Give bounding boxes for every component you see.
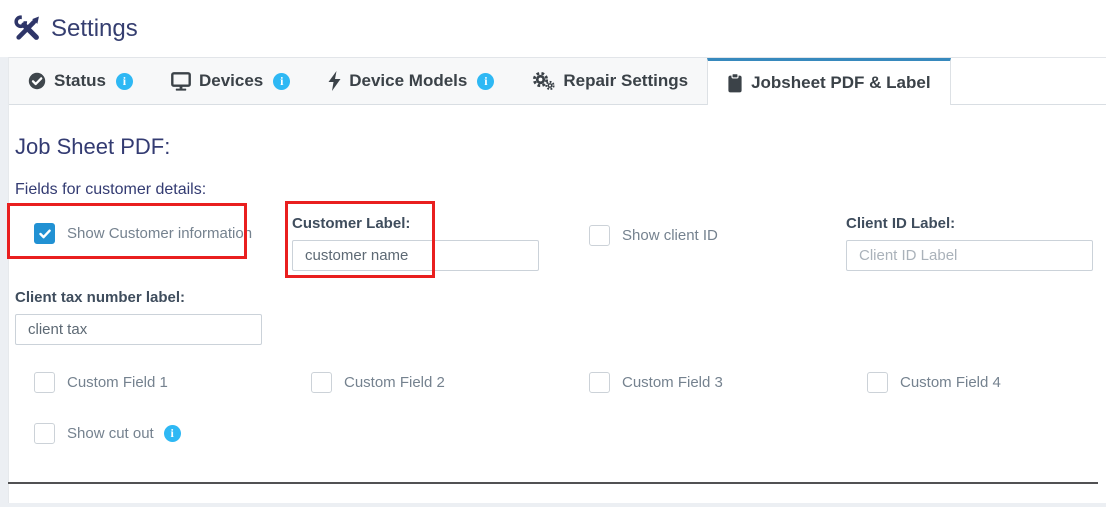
client-tax-field-label: Client tax number label: (15, 289, 1106, 306)
section-divider (8, 482, 1098, 484)
checkbox-label: Show Customer information (67, 225, 252, 242)
show-client-id-checkbox[interactable]: Show client ID (589, 225, 718, 246)
checkbox-label: Custom Field 1 (67, 374, 168, 391)
client-id-field-label: Client ID Label: (846, 215, 1106, 232)
page-title: Settings (51, 15, 138, 43)
checkbox-unchecked-icon[interactable] (867, 372, 888, 393)
custom-fields-row: Custom Field 1 Custom Field 2 Custom Fie… (15, 372, 1106, 398)
customer-details-row: Show Customer information Customer Label… (15, 205, 1106, 271)
settings-tools-icon (14, 15, 41, 42)
check-circle-icon (28, 72, 46, 90)
info-icon[interactable] (164, 425, 181, 442)
checkbox-checked-icon[interactable] (34, 223, 55, 244)
checkbox-unchecked-icon[interactable] (34, 423, 55, 444)
tab-status[interactable]: Status (9, 58, 152, 104)
custom-field-3-checkbox[interactable]: Custom Field 3 (589, 372, 723, 393)
checkbox-label: Show cut out (67, 425, 154, 442)
tab-label: Jobsheet PDF & Label (751, 73, 930, 93)
client-tax-input[interactable] (15, 314, 262, 345)
page-header: Settings (0, 0, 1106, 57)
checkbox-label: Custom Field 2 (344, 374, 445, 391)
info-icon[interactable] (477, 73, 494, 90)
checkbox-label: Custom Field 4 (900, 374, 1001, 391)
tab-label: Device Models (349, 71, 467, 91)
tab-device-models[interactable]: Device Models (309, 58, 513, 104)
tab-label: Status (54, 71, 106, 91)
section-title: Job Sheet PDF: (15, 134, 1106, 160)
tab-label: Devices (199, 71, 263, 91)
info-icon[interactable] (273, 73, 290, 90)
fields-subtitle: Fields for customer details: (15, 181, 1106, 199)
custom-field-4-checkbox[interactable]: Custom Field 4 (867, 372, 1001, 393)
monitor-icon (171, 72, 191, 91)
checkbox-unchecked-icon[interactable] (34, 372, 55, 393)
checkbox-label: Custom Field 3 (622, 374, 723, 391)
checkbox-label: Show client ID (622, 227, 718, 244)
jobsheet-pdf-panel: Job Sheet PDF: Fields for customer detai… (9, 134, 1106, 484)
custom-field-1-checkbox[interactable]: Custom Field 1 (34, 372, 168, 393)
show-cut-out-row: Show cut out (34, 423, 1106, 449)
tab-repair-settings[interactable]: Repair Settings (513, 58, 707, 104)
customer-label-input[interactable] (292, 240, 539, 271)
client-id-label-input[interactable] (846, 240, 1093, 271)
custom-field-2-checkbox[interactable]: Custom Field 2 (311, 372, 445, 393)
checkbox-unchecked-icon[interactable] (311, 372, 332, 393)
clipboard-icon (727, 73, 743, 93)
cogs-icon (532, 71, 555, 91)
tab-jobsheet-pdf-label[interactable]: Jobsheet PDF & Label (707, 58, 950, 105)
tab-devices[interactable]: Devices (152, 58, 309, 104)
tab-label: Repair Settings (563, 71, 688, 91)
bolt-icon (328, 71, 341, 91)
checkbox-unchecked-icon[interactable] (589, 225, 610, 246)
checkbox-unchecked-icon[interactable] (589, 372, 610, 393)
tab-bar: Status Devices (9, 58, 1106, 105)
info-icon[interactable] (116, 73, 133, 90)
client-tax-row: Client tax number label: (15, 289, 1106, 345)
show-customer-information-checkbox[interactable]: Show Customer information (34, 223, 252, 244)
settings-card: Status Devices (8, 57, 1106, 503)
show-cut-out-checkbox[interactable]: Show cut out (34, 423, 181, 444)
tab-list: Status Devices (9, 58, 951, 104)
customer-label-field-label: Customer Label: (292, 215, 569, 232)
